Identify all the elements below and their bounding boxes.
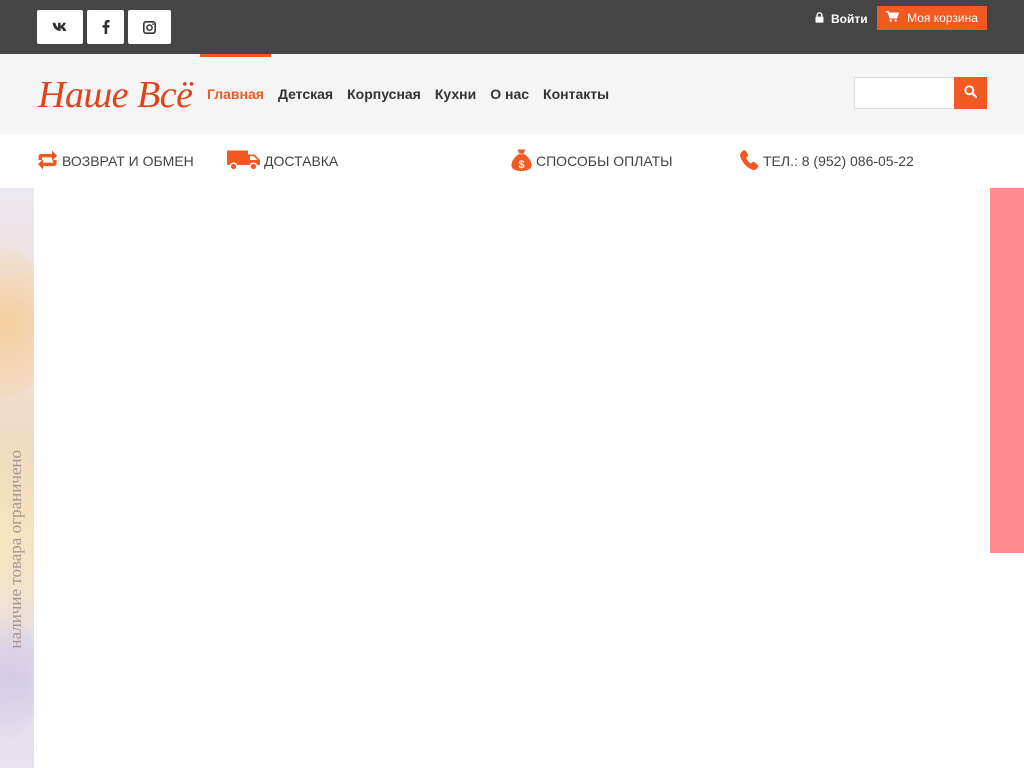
delivery-label: ДОСТАВКА bbox=[264, 153, 339, 169]
nav-item-kids[interactable]: Детская bbox=[271, 54, 340, 134]
lock-icon bbox=[815, 11, 831, 26]
search-input[interactable] bbox=[854, 77, 955, 109]
login-label: Войти bbox=[831, 11, 868, 26]
facebook-icon bbox=[102, 20, 110, 34]
header: Наше Всё Главная Детская Корпусная Кухни… bbox=[0, 54, 1024, 134]
top-bar: Войти Моя корзина bbox=[0, 0, 1024, 54]
info-bar: ВОЗВРАТ И ОБМЕН ДОСТАВКА $ СПОСОБЫ ОПЛАТ… bbox=[0, 134, 1024, 188]
return-exchange-link[interactable]: ВОЗВРАТ И ОБМЕН bbox=[36, 149, 194, 173]
search-icon bbox=[964, 85, 978, 101]
nav-item-about[interactable]: О нас bbox=[483, 54, 536, 134]
phone-icon bbox=[739, 149, 763, 174]
next-slide-peek[interactable] bbox=[990, 188, 1024, 553]
banner-slider: наличие товара ограничено bbox=[0, 188, 1024, 768]
cart-label: Моя корзина bbox=[907, 11, 978, 25]
cart-icon bbox=[886, 11, 907, 25]
money-bag-icon: $ bbox=[510, 148, 536, 175]
search-button[interactable] bbox=[954, 77, 987, 109]
nav-item-home[interactable]: Главная bbox=[200, 54, 271, 134]
login-link[interactable]: Войти bbox=[815, 10, 868, 27]
phone-label: ТЕЛ.: 8 (952) 086-05-22 bbox=[763, 153, 914, 169]
nav-item-cabinet[interactable]: Корпусная bbox=[340, 54, 428, 134]
payment-methods-label: СПОСОБЫ ОПЛАТЫ bbox=[536, 153, 673, 169]
cart-button[interactable]: Моя корзина bbox=[877, 6, 987, 30]
delivery-truck-icon bbox=[226, 148, 264, 174]
instagram-link[interactable] bbox=[128, 10, 171, 44]
decor-glow bbox=[0, 248, 34, 398]
delivery-link[interactable]: ДОСТАВКА bbox=[226, 149, 338, 173]
main-nav: Главная Детская Корпусная Кухни О нас Ко… bbox=[200, 54, 616, 134]
payment-methods-link[interactable]: $ СПОСОБЫ ОПЛАТЫ bbox=[510, 149, 673, 173]
slide-caption-vertical: наличие товара ограничено bbox=[6, 450, 25, 649]
site-logo[interactable]: Наше Всё bbox=[38, 73, 193, 117]
phone-link[interactable]: ТЕЛ.: 8 (952) 086-05-22 bbox=[739, 149, 914, 173]
exchange-arrows-icon bbox=[36, 149, 62, 174]
previous-slide-peek[interactable]: наличие товара ограничено bbox=[0, 188, 34, 768]
vk-icon bbox=[52, 22, 68, 32]
nav-item-kitchens[interactable]: Кухни bbox=[428, 54, 483, 134]
nav-item-contacts[interactable]: Контакты bbox=[536, 54, 616, 134]
facebook-link[interactable] bbox=[87, 10, 124, 44]
vk-link[interactable] bbox=[37, 10, 83, 44]
return-exchange-label: ВОЗВРАТ И ОБМЕН bbox=[62, 153, 194, 169]
svg-text:$: $ bbox=[518, 159, 524, 171]
instagram-icon bbox=[143, 20, 156, 34]
